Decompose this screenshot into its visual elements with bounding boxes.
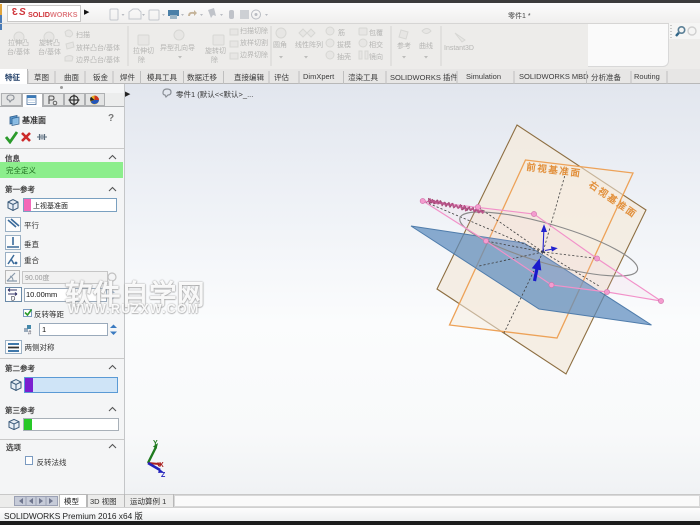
svg-text:抽壳: 抽壳 [337, 52, 351, 61]
svg-text:拉伸切: 拉伸切 [133, 46, 154, 55]
svg-text:Y: Y [153, 440, 158, 447]
svg-text:Z: Z [161, 472, 166, 479]
svg-text:#: # [28, 331, 32, 336]
svg-text:X: X [159, 462, 164, 469]
svg-text:D: D [11, 296, 16, 302]
svg-text:相交: 相交 [369, 40, 383, 49]
svg-text:边界切除: 边界切除 [240, 50, 268, 59]
svg-text:台/基体: 台/基体 [7, 47, 30, 56]
svg-text:旋转切: 旋转切 [205, 46, 226, 55]
svg-text:线性阵列: 线性阵列 [295, 40, 323, 49]
svg-text:Instant3D: Instant3D [444, 45, 474, 52]
svg-text:镜向: 镜向 [369, 52, 383, 61]
svg-text:放样凸台/基体: 放样凸台/基体 [76, 43, 120, 52]
svg-text:扫描切除: 扫描切除 [240, 26, 268, 35]
svg-text:筋: 筋 [338, 28, 345, 37]
svg-text:旋转凸: 旋转凸 [39, 38, 60, 47]
svg-text:除: 除 [211, 55, 218, 64]
svg-text:曲线: 曲线 [419, 41, 433, 50]
svg-text:放样切割: 放样切割 [240, 38, 268, 47]
svg-text:除: 除 [138, 55, 145, 64]
svg-text:拔模: 拔模 [337, 40, 351, 49]
svg-text:圆角: 圆角 [273, 40, 287, 49]
svg-text:拉伸凸: 拉伸凸 [8, 38, 29, 47]
svg-text:扫描: 扫描 [76, 30, 90, 39]
svg-text:参考: 参考 [397, 41, 411, 50]
svg-text:包覆: 包覆 [369, 28, 383, 37]
svg-text:边界凸台/基体: 边界凸台/基体 [76, 55, 120, 64]
svg-text:异型孔向导: 异型孔向导 [160, 43, 195, 52]
svg-text:台/基体: 台/基体 [38, 47, 61, 56]
